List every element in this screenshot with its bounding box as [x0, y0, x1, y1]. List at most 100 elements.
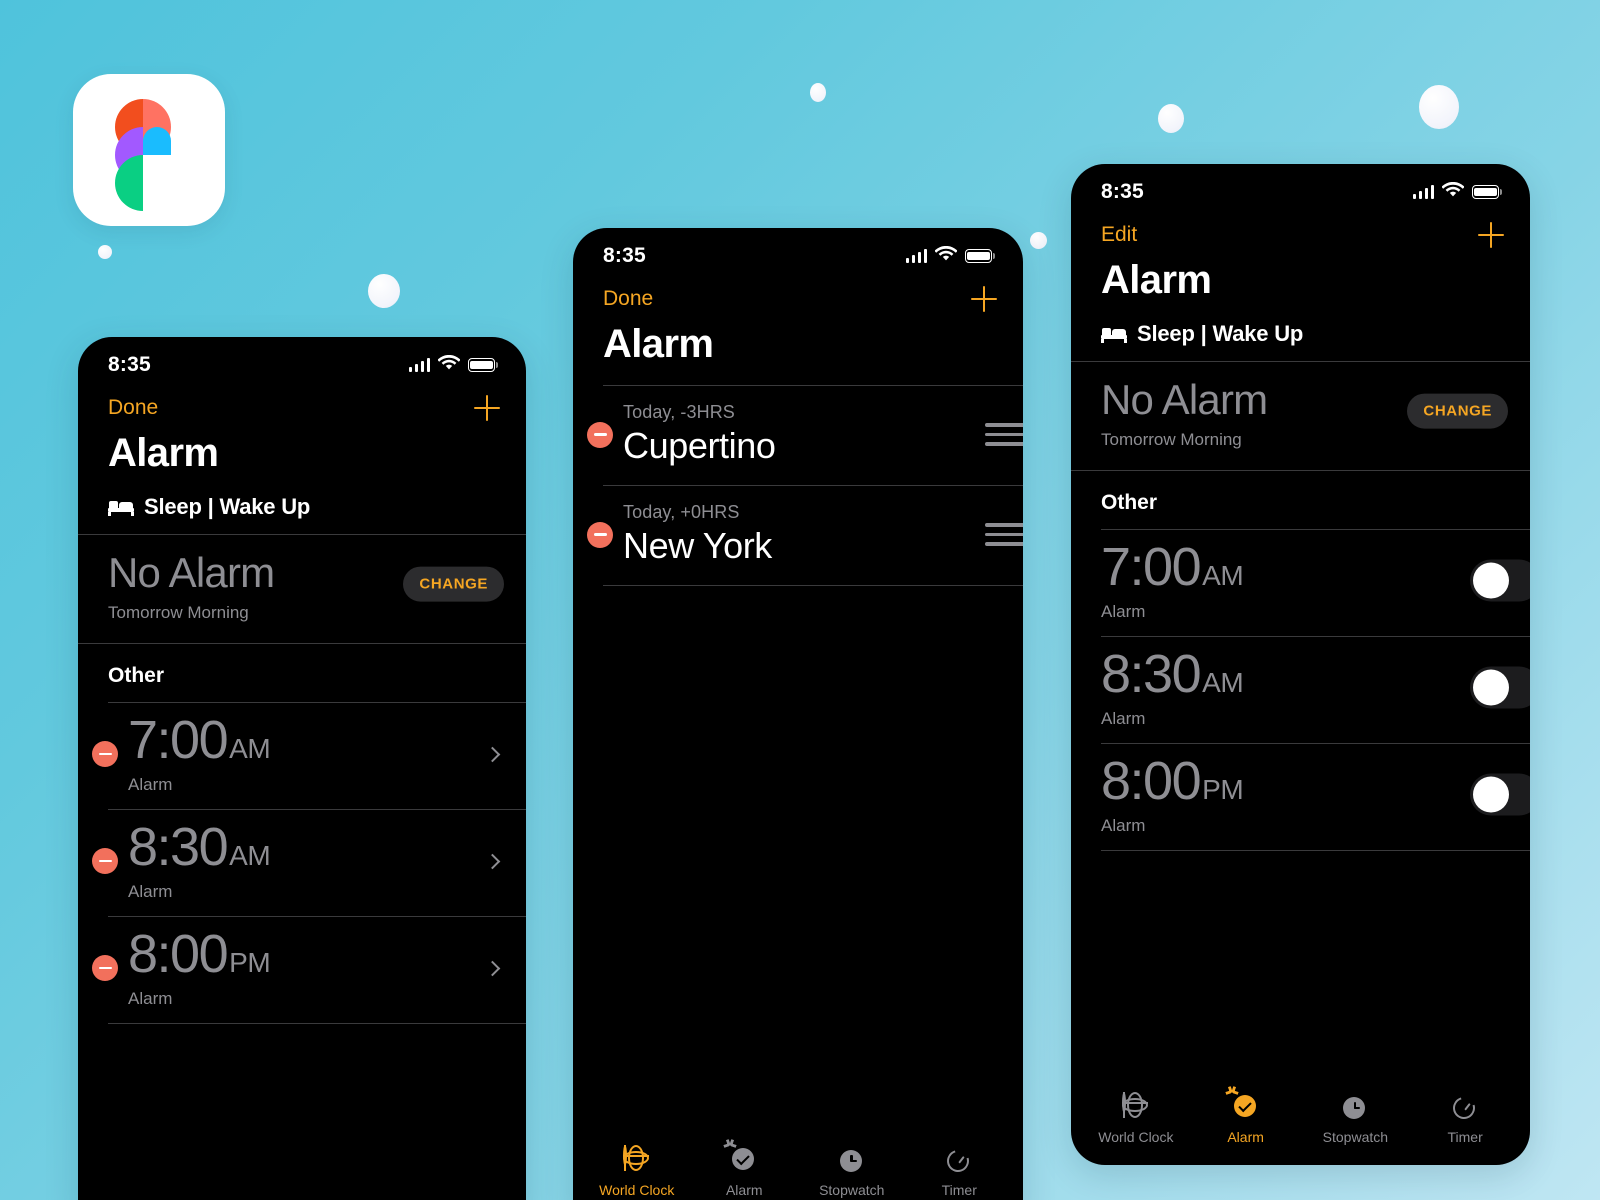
tab-alarm[interactable]: Alarm: [1193, 1086, 1298, 1145]
stopwatch-icon: [1341, 1094, 1369, 1122]
tab-label: Timer: [1447, 1129, 1483, 1145]
add-city-icon[interactable]: [971, 286, 997, 312]
delete-alarm-icon[interactable]: [92, 848, 118, 875]
bed-icon: [1101, 326, 1127, 343]
done-button[interactable]: Done: [108, 396, 158, 420]
tab-bar: World Clock Alarm Stopwatch Timer: [573, 1131, 1023, 1200]
wifi-icon: [437, 354, 461, 376]
alarm-time-value: 7:00: [128, 710, 229, 771]
tab-label: World Clock: [1098, 1129, 1174, 1145]
decorative-bubble: [98, 245, 112, 259]
sleep-section-header: Sleep | Wake Up: [1071, 321, 1530, 361]
alarm-meridiem: AM: [229, 840, 271, 872]
alarm-time: 8:00 PM: [1101, 754, 1530, 808]
alarm-toggle[interactable]: [1470, 666, 1530, 709]
battery-icon: [965, 249, 995, 263]
stopwatch-icon: [838, 1147, 866, 1175]
alarm-toggle[interactable]: [1470, 559, 1530, 602]
alarm-toggle[interactable]: [1470, 773, 1530, 816]
alarm-meridiem: AM: [229, 733, 271, 765]
nav-bar: Edit: [1071, 210, 1530, 252]
delete-city-icon[interactable]: [587, 421, 613, 448]
alarm-clock-icon: [722, 1139, 758, 1175]
add-alarm-icon[interactable]: [474, 395, 500, 421]
tab-label: Alarm: [725, 1182, 763, 1198]
alarm-clock-icon: [1223, 1086, 1260, 1122]
tab-stopwatch[interactable]: Stopwatch: [800, 1147, 903, 1198]
city-offset: Today, -3HRS: [623, 402, 735, 422]
city-offset: Today, +0HRS: [623, 502, 740, 522]
alarm-time-value: 8:00: [128, 924, 229, 985]
page-title: Alarm: [108, 431, 219, 475]
alarm-time-value: 8:00: [1101, 751, 1202, 812]
decorative-bubble: [1158, 104, 1184, 133]
decorative-bubble: [1030, 232, 1047, 249]
chevron-right-icon[interactable]: [484, 960, 501, 976]
globe-icon: [1121, 1092, 1150, 1122]
battery-icon: [1472, 185, 1502, 199]
alarm-time-value: 7:00: [1101, 537, 1202, 598]
alarm-meridiem: AM: [1202, 560, 1244, 592]
chevron-right-icon[interactable]: [484, 853, 501, 869]
status-time: 8:35: [603, 244, 646, 267]
alarm-time: 8:00 PM: [128, 927, 487, 981]
tab-alarm[interactable]: Alarm: [693, 1139, 796, 1198]
drag-handle-icon[interactable]: [985, 423, 1023, 446]
add-alarm-icon[interactable]: [1478, 222, 1504, 248]
alarm-label: Alarm: [1101, 602, 1146, 622]
alarm-meridiem: AM: [1202, 667, 1244, 699]
chevron-right-icon[interactable]: [484, 746, 501, 762]
table-row[interactable]: 8:00 PM Alarm: [78, 917, 526, 1023]
alarm-label: Alarm: [128, 775, 173, 795]
alarm-meridiem: PM: [229, 947, 271, 979]
change-button[interactable]: CHANGE: [403, 566, 504, 602]
decorative-bubble: [810, 83, 826, 102]
delete-city-icon[interactable]: [587, 521, 613, 548]
tab-label: Stopwatch: [819, 1182, 885, 1198]
done-button[interactable]: Done: [603, 287, 653, 311]
tab-timer[interactable]: Timer: [908, 1146, 1011, 1198]
status-bar: 8:35: [78, 337, 526, 383]
list-item[interactable]: Today, +0HRS New York: [573, 486, 1023, 585]
table-row[interactable]: 8:30 AM Alarm: [1071, 637, 1530, 743]
tab-world-clock[interactable]: World Clock: [1083, 1092, 1188, 1145]
figma-logo: [73, 74, 225, 226]
list-item[interactable]: Today, -3HRS Cupertino: [573, 386, 1023, 485]
decorative-bubble: [1419, 85, 1459, 129]
tab-stopwatch[interactable]: Stopwatch: [1303, 1094, 1408, 1145]
timer-icon: [943, 1146, 974, 1176]
table-row[interactable]: 7:00 AM Alarm: [78, 703, 526, 809]
other-section-label: Other: [1101, 491, 1158, 515]
tab-label: Stopwatch: [1322, 1129, 1389, 1145]
battery-icon: [468, 358, 498, 372]
alarm-time: 7:00 AM: [1101, 540, 1530, 594]
drag-handle-icon[interactable]: [985, 523, 1023, 546]
bed-icon: [108, 499, 134, 516]
alarm-label: Alarm: [128, 882, 173, 902]
sleep-section-header: Sleep | Wake Up: [78, 494, 526, 534]
alarm-time: 8:30 AM: [128, 820, 487, 874]
edit-button[interactable]: Edit: [1101, 223, 1137, 247]
sleep-section-label: Sleep | Wake Up: [1137, 321, 1304, 346]
change-button[interactable]: CHANGE: [1407, 393, 1508, 429]
alarm-time-value: 8:30: [1101, 644, 1202, 705]
tab-timer[interactable]: Timer: [1412, 1093, 1517, 1145]
table-row[interactable]: 8:00 PM Alarm: [1071, 744, 1530, 850]
table-row[interactable]: 8:30 AM Alarm: [78, 810, 526, 916]
sleep-wake-row[interactable]: No Alarm Tomorrow Morning CHANGE: [1071, 362, 1530, 470]
sleep-section-label: Sleep | Wake Up: [144, 494, 311, 519]
alarm-time: 7:00 AM: [128, 713, 487, 767]
table-row[interactable]: 7:00 AM Alarm: [1071, 530, 1530, 636]
wifi-icon: [934, 245, 958, 267]
delete-alarm-icon[interactable]: [92, 741, 118, 768]
phone-mockup-alarm-list: 8:35 Edit Alarm Sleep | Wake Up No Alarm…: [1071, 164, 1530, 1165]
tab-world-clock[interactable]: World Clock: [585, 1145, 688, 1198]
nav-bar: Done: [78, 383, 526, 425]
sleep-alarm-subtitle: Tomorrow Morning: [1101, 430, 1242, 450]
sleep-alarm-subtitle: Tomorrow Morning: [108, 603, 249, 623]
globe-icon: [622, 1145, 651, 1175]
delete-alarm-icon[interactable]: [92, 955, 118, 982]
sleep-wake-row[interactable]: No Alarm Tomorrow Morning CHANGE: [78, 535, 526, 643]
alarm-label: Alarm: [1101, 816, 1146, 836]
decorative-bubble: [368, 274, 400, 308]
